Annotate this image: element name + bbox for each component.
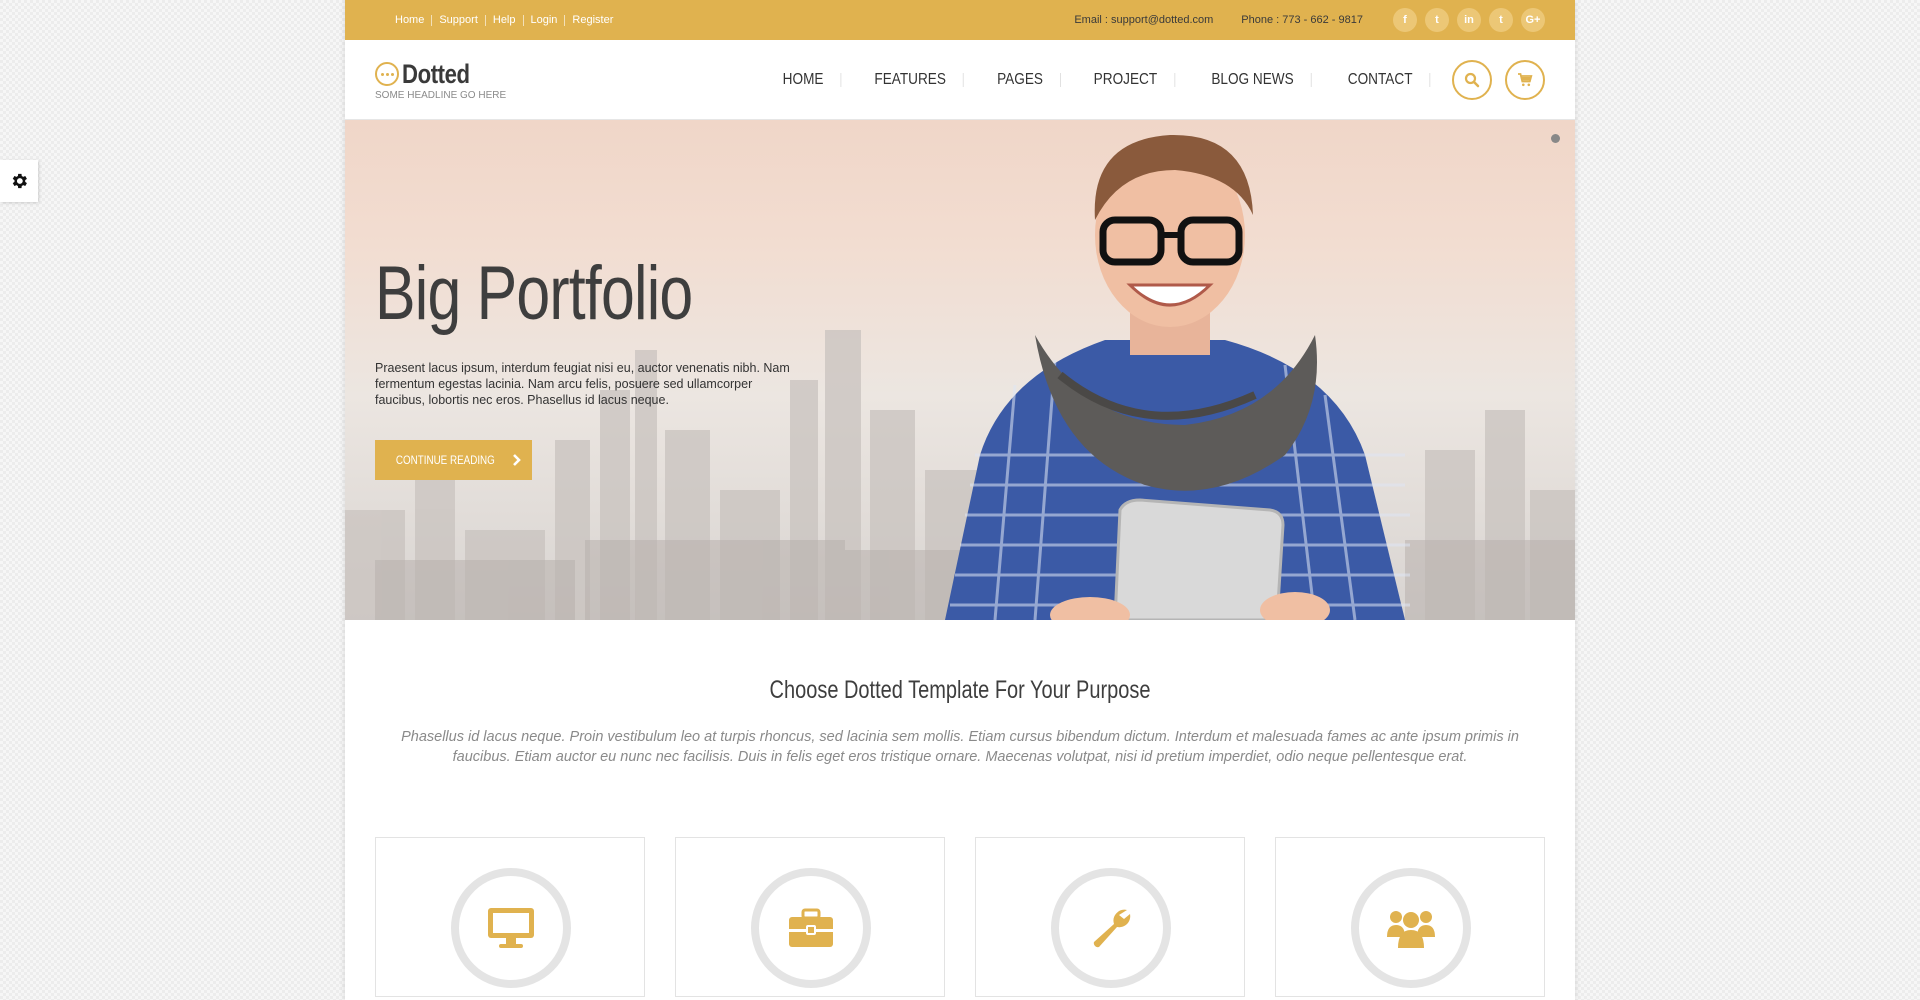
gear-icon: [12, 173, 27, 189]
slider-pagination-dot[interactable]: [1551, 134, 1560, 143]
briefcase-icon: [789, 908, 833, 947]
continue-reading-button[interactable]: CONTINUE READING: [375, 440, 532, 480]
intro-section: Choose Dotted Template For Your Purpose …: [345, 620, 1575, 767]
users-icon: [1387, 911, 1435, 948]
linkedin-icon[interactable]: in: [1457, 8, 1481, 32]
feature-icon-ring: [451, 868, 571, 988]
hero-title: Big Portfolio: [375, 251, 693, 336]
feature-icon-ring: [751, 868, 871, 988]
feature-box[interactable]: [975, 837, 1245, 997]
logo-tagline: SOME HEADLINE GO HERE: [375, 89, 507, 101]
feature-boxes: [345, 767, 1575, 997]
nav-features[interactable]: FEATURES: [858, 71, 964, 87]
top-link-support[interactable]: Support: [432, 14, 486, 26]
nav-contact[interactable]: CONTACT: [1331, 71, 1431, 87]
continue-reading-label: CONTINUE READING: [396, 453, 495, 467]
hero-description: Praesent lacus ipsum, interdum feugiat n…: [375, 361, 790, 407]
monitor-icon: [488, 908, 534, 948]
top-link-help[interactable]: Help: [486, 14, 524, 26]
feature-box[interactable]: [375, 837, 645, 997]
top-contact-area: Email : support@dotted.com Phone : 773 -…: [1074, 8, 1545, 32]
nav-pages[interactable]: PAGES: [980, 71, 1062, 87]
page-wrapper: Home Support Help Login Register Email :…: [345, 0, 1575, 1000]
social-links: f t in t G+: [1393, 8, 1545, 32]
search-button[interactable]: [1452, 59, 1492, 100]
section-heading: Choose Dotted Template For Your Purpose: [769, 676, 1151, 704]
nav-blog-news[interactable]: BLOG NEWS: [1194, 71, 1312, 87]
nav-home[interactable]: HOME: [766, 71, 842, 87]
tumblr-icon[interactable]: t: [1489, 8, 1513, 32]
hero-slider: Big Portfolio Praesent lacus ipsum, inte…: [345, 120, 1575, 620]
google-plus-icon[interactable]: G+: [1521, 8, 1545, 32]
logo[interactable]: Dotted SOME HEADLINE GO HERE: [375, 59, 506, 101]
top-bar: Home Support Help Login Register Email :…: [345, 0, 1575, 40]
logo-dots-icon: [375, 62, 399, 86]
contact-email: Email : support@dotted.com: [1074, 14, 1214, 26]
feature-box[interactable]: [675, 837, 945, 997]
man-with-tablet-image: [945, 134, 1410, 620]
contact-phone: Phone : 773 - 662 - 9817: [1241, 14, 1363, 26]
search-icon: [1464, 72, 1480, 87]
twitter-icon[interactable]: t: [1425, 8, 1449, 32]
feature-icon-ring: [1051, 868, 1171, 988]
wrench-icon: [1093, 909, 1131, 948]
chevron-right-icon: [512, 454, 521, 466]
top-link-home[interactable]: Home: [395, 14, 433, 26]
facebook-icon[interactable]: f: [1393, 8, 1417, 32]
feature-box[interactable]: [1275, 837, 1545, 997]
top-links: Home Support Help Login Register: [395, 14, 620, 26]
main-nav: HOME FEATURES PAGES PROJECT BLOG NEWS CO…: [759, 59, 1545, 100]
nav-project[interactable]: PROJECT: [1077, 71, 1176, 87]
section-description: Phasellus id lacus neque. Proin vestibul…: [401, 729, 1519, 765]
top-link-login[interactable]: Login: [524, 14, 566, 26]
feature-icon-ring: [1351, 868, 1471, 988]
top-link-register[interactable]: Register: [565, 14, 620, 26]
cart-button[interactable]: [1505, 59, 1545, 100]
site-header: Dotted SOME HEADLINE GO HERE HOME FEATUR…: [345, 40, 1575, 120]
settings-toggle[interactable]: [0, 160, 38, 202]
logo-name: Dotted: [402, 58, 470, 89]
cart-icon: [1518, 72, 1533, 86]
